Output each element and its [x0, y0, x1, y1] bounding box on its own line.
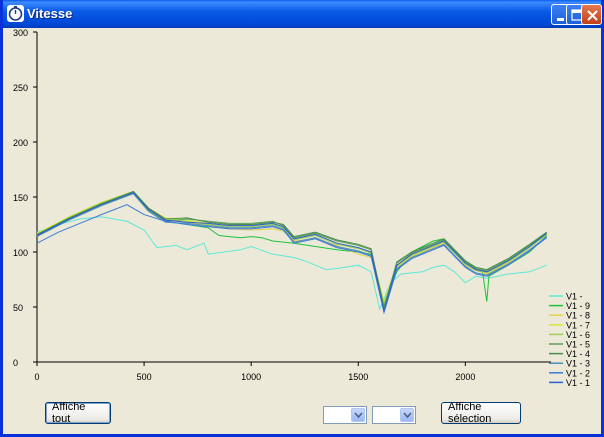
- chevron-down-icon[interactable]: [400, 408, 414, 422]
- speed-chart-svg[interactable]: 0501001502002503000 500 1000 1500 2000V1 -V1…: [3, 28, 601, 388]
- legend-label: V1 - 9: [566, 301, 590, 311]
- app-window: Vitesse 0 50 100 150 200 250 300 0 500 1000 1500 20…: [0, 0, 604, 437]
- series-line-7: [36, 190, 547, 309]
- x-tick-label: 1000: [241, 372, 261, 382]
- selection-combo-2[interactable]: [372, 406, 416, 424]
- close-icon: [587, 10, 598, 21]
- series-line-6: [36, 193, 547, 308]
- stopwatch-icon[interactable]: [7, 5, 24, 22]
- legend-label: V1 - 2: [566, 368, 590, 378]
- series-line-8: [36, 193, 548, 313]
- x-tick-label: 1500: [348, 372, 368, 382]
- speed-chart[interactable]: 0 50 100 150 200 250 300 0 500 1000 1500 2000 V1 - V1…: [3, 28, 601, 388]
- y-tick-label: 150: [13, 193, 28, 203]
- selection-combo-1[interactable]: [323, 406, 367, 424]
- legend-label: V1 - 1: [566, 378, 590, 388]
- y-tick-label: 50: [13, 303, 23, 313]
- y-tick-label: 200: [13, 138, 28, 148]
- legend-label: V1 - 6: [566, 330, 590, 340]
- window-title: Vitesse: [27, 6, 73, 21]
- show-selection-button[interactable]: Affiche sélection: [441, 401, 521, 425]
- x-tick-label: 2000: [455, 372, 475, 382]
- show-all-button[interactable]: Affiche tout: [45, 401, 111, 425]
- y-tick-label: 0: [13, 358, 18, 368]
- series-line-4: [36, 190, 548, 304]
- chevron-down-icon[interactable]: [351, 408, 365, 422]
- close-button[interactable]: [581, 4, 602, 25]
- series-line-5: [36, 192, 548, 306]
- legend-label: V1 - 3: [566, 359, 590, 369]
- y-tick-label: 300: [13, 28, 28, 38]
- legend-label: V1 - 8: [566, 311, 590, 321]
- title-bar[interactable]: Vitesse: [3, 0, 602, 28]
- legend-label: V1 - 7: [566, 320, 590, 330]
- y-tick-label: 250: [13, 83, 28, 93]
- x-tick-label: 0: [34, 372, 39, 382]
- legend-label: V1 - 5: [566, 340, 590, 350]
- legend-label: V1 - 4: [566, 349, 590, 359]
- legend-label: V1 -: [566, 292, 583, 302]
- series-line-9: [36, 204, 548, 315]
- series-line-3: [36, 192, 548, 305]
- series-line-2: [36, 190, 548, 307]
- y-tick-label: 100: [13, 248, 28, 258]
- series-line-1: [36, 216, 547, 311]
- x-tick-label: 500: [137, 372, 152, 382]
